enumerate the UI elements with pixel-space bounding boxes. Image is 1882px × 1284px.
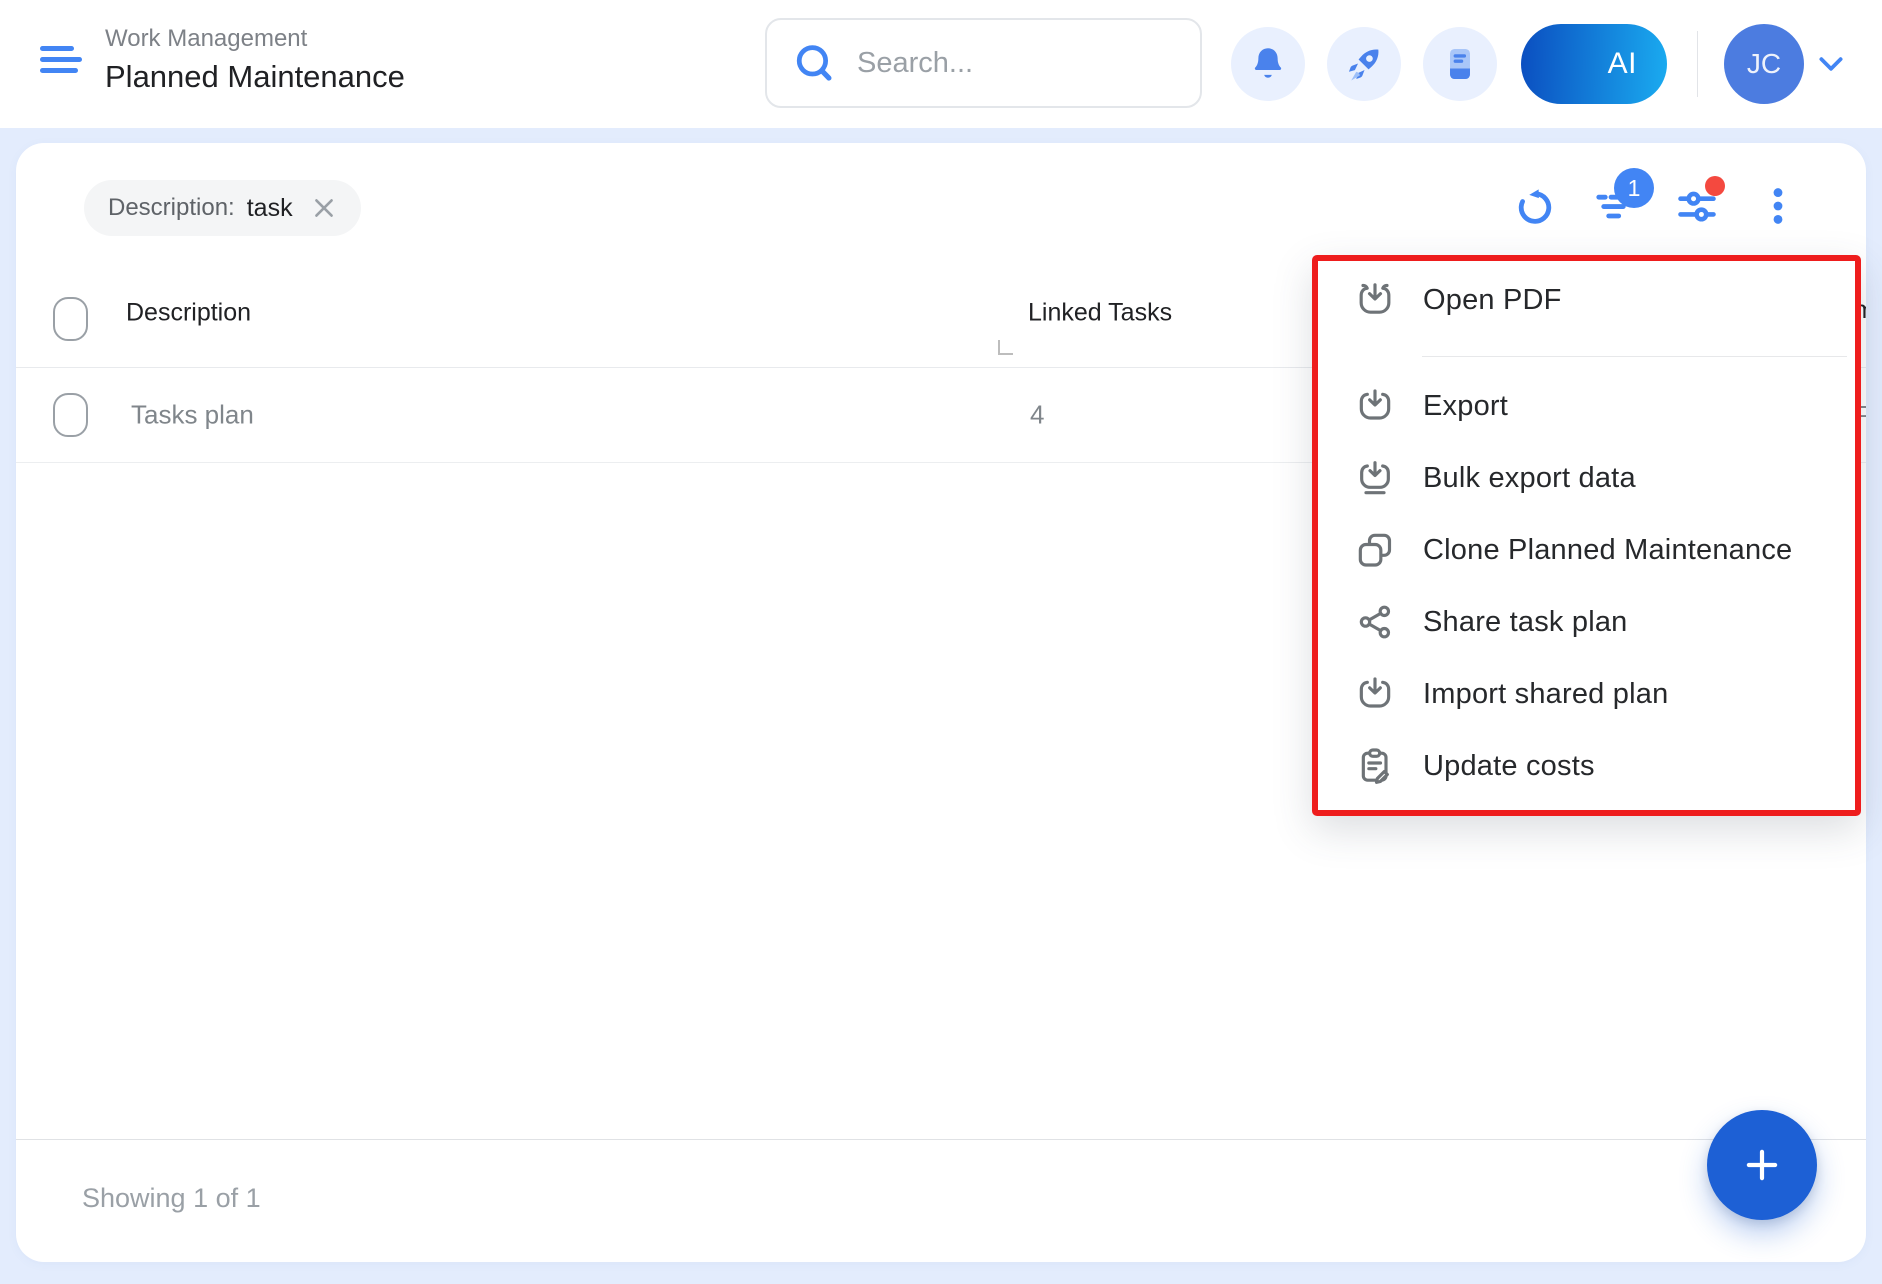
menu-item-import[interactable]: Import shared plan (1318, 658, 1855, 730)
column-header-linked-tasks[interactable]: Linked Tasks (1028, 298, 1172, 327)
column-header-description[interactable]: Description (126, 298, 251, 327)
copy-icon (1355, 530, 1395, 570)
search-icon (793, 41, 837, 85)
filter-button[interactable]: 1 (1592, 182, 1640, 230)
top-header: Work Management Planned Maintenance (0, 0, 1882, 128)
download-icon (1355, 386, 1395, 426)
user-avatar[interactable]: JC (1724, 24, 1804, 104)
menu-item-label: Update costs (1423, 750, 1595, 783)
header-actions: AI JC (1209, 0, 1844, 128)
plus-icon (1741, 1144, 1783, 1186)
bell-icon (1247, 43, 1289, 85)
row-checkbox[interactable] (53, 393, 88, 437)
menu-item-label: Share task plan (1423, 606, 1628, 639)
filter-chip-field: Description: (108, 194, 235, 222)
notebook-icon (1439, 43, 1481, 85)
menu-item-share[interactable]: Share task plan (1318, 586, 1855, 658)
filter-chip-value: task (247, 194, 293, 223)
download-stack-icon (1355, 458, 1395, 498)
remove-filter-button[interactable] (311, 195, 337, 221)
filter-count-badge: 1 (1614, 168, 1654, 208)
refresh-icon (1512, 183, 1558, 229)
list-toolbar: Description: task (16, 143, 1866, 270)
menu-item-label: Export (1423, 390, 1508, 423)
menu-item-label: Import shared plan (1423, 678, 1668, 711)
menu-item-label: Clone Planned Maintenance (1423, 534, 1792, 567)
download-tray-icon (1355, 280, 1395, 320)
kebab-menu-icon (1755, 183, 1801, 229)
search-box[interactable] (765, 18, 1202, 108)
menu-item-update-costs[interactable]: Update costs (1318, 730, 1855, 802)
page-title: Planned Maintenance (105, 58, 405, 97)
chevron-down-icon (1818, 56, 1844, 72)
add-plan-button[interactable] (1707, 1110, 1817, 1220)
column-resize-handle[interactable] (998, 340, 1013, 355)
rocket-icon (1343, 43, 1385, 85)
page-body: Description: task (0, 128, 1882, 1284)
clipboard-edit-icon (1355, 746, 1395, 786)
row-linked-tasks: 4 (1030, 400, 1044, 431)
menu-item-label: Open PDF (1423, 284, 1562, 317)
more-options-button[interactable] (1754, 182, 1802, 230)
row-description: Tasks plan (131, 400, 254, 431)
close-icon (311, 195, 337, 221)
menu-item-label: Bulk export data (1423, 462, 1636, 495)
search-input[interactable] (855, 46, 1159, 81)
notifications-button[interactable] (1231, 27, 1305, 101)
account-menu-button[interactable] (1818, 56, 1844, 72)
refresh-button[interactable] (1511, 182, 1559, 230)
context-menu: Open PDF Export (1318, 261, 1855, 810)
menu-item-clone[interactable]: Clone Planned Maintenance (1318, 514, 1855, 586)
header-titles: Work Management Planned Maintenance (105, 24, 405, 97)
footer-divider (16, 1139, 1866, 1140)
whats-new-button[interactable] (1327, 27, 1401, 101)
view-settings-button[interactable] (1673, 182, 1721, 230)
share-icon (1355, 602, 1395, 642)
ai-assistant-button[interactable]: AI (1521, 24, 1667, 104)
menu-item-export[interactable]: Export (1318, 370, 1855, 442)
settings-alert-dot (1705, 176, 1725, 196)
pagination-status: Showing 1 of 1 (82, 1183, 261, 1214)
active-filter-chip[interactable]: Description: task (84, 180, 361, 236)
download-icon (1355, 674, 1395, 714)
toolbar-actions: 1 (1511, 182, 1802, 230)
select-all-checkbox[interactable] (53, 297, 88, 341)
highlight-annotation-box: Open PDF Export (1312, 255, 1861, 816)
app-title: Work Management (105, 24, 405, 54)
menu-item-bulk-export[interactable]: Bulk export data (1318, 442, 1855, 514)
menu-divider (1422, 356, 1847, 357)
hamburger-menu-icon[interactable] (40, 46, 84, 82)
docs-button[interactable] (1423, 27, 1497, 101)
header-divider (1697, 31, 1698, 97)
menu-item-open-pdf[interactable]: Open PDF (1318, 261, 1855, 339)
